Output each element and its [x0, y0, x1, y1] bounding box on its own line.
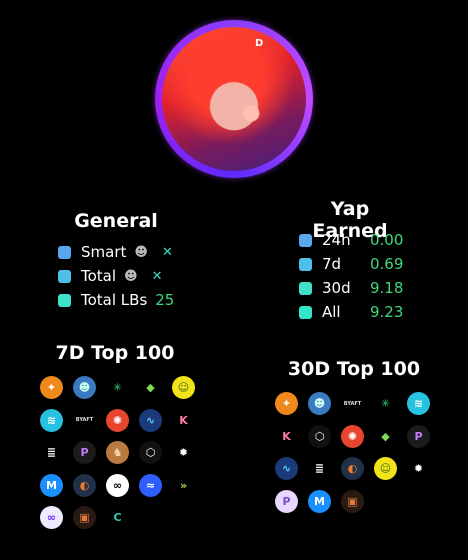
purple-link-icon[interactable]: ∞: [40, 506, 63, 529]
yap-row: 24h 0.00: [299, 231, 403, 249]
legend-square-icon: [299, 305, 312, 319]
general-row-label: Total: [81, 267, 117, 285]
general-row-label: Total LBs: [81, 291, 148, 309]
p-purple-icon[interactable]: P: [73, 441, 96, 464]
yap-row-value: 9.23: [370, 303, 404, 321]
blue-wave-icon[interactable]: ≈: [139, 473, 162, 497]
wave-icon[interactable]: ≋: [40, 408, 63, 432]
blue-swoosh-icon[interactable]: ∿: [139, 408, 162, 432]
red-blob-icon[interactable]: ✺: [106, 408, 129, 432]
x-logo-icon[interactable]: ✕: [152, 269, 163, 284]
hex-icon[interactable]: ⬡: [139, 441, 162, 464]
avatar-deco-mark: D: [255, 38, 264, 49]
byaft-icon[interactable]: BYAFT: [341, 392, 364, 415]
legend-square-icon: [299, 281, 312, 295]
general-row: Smart ☻ ✕: [58, 243, 173, 261]
monkey-icon[interactable]: ♞: [106, 441, 129, 464]
x-logo-icon[interactable]: ✕: [162, 245, 173, 260]
c-icon[interactable]: C: [106, 506, 129, 529]
user-badge-icon: ☻: [124, 268, 138, 284]
pepe-icon[interactable]: ☺: [172, 376, 195, 399]
orange-square-icon[interactable]: ▣: [73, 506, 96, 529]
blue-m-icon[interactable]: M: [40, 473, 63, 497]
legend-square-icon: [58, 293, 71, 307]
green-diamond-icon[interactable]: ◆: [139, 376, 162, 399]
pepe-icon[interactable]: ☺: [374, 457, 397, 480]
k-icon[interactable]: K: [172, 408, 195, 432]
yap-row-label: 24h: [322, 231, 351, 249]
gold-feather-icon[interactable]: ✦: [275, 392, 298, 415]
yap-row: 30d 9.18: [299, 279, 403, 297]
burst-icon[interactable]: ✹: [172, 441, 195, 464]
yap-row-label: 7d: [322, 255, 342, 273]
yap-row: 7d 0.69: [299, 255, 403, 273]
general-title: General: [74, 210, 158, 232]
yap-row-value: 9.18: [370, 279, 404, 297]
green-asterisk-icon[interactable]: ✳: [374, 392, 397, 415]
general-row: Total ☻ ✕: [58, 267, 163, 285]
red-blob-icon[interactable]: ✺: [341, 424, 364, 448]
orange-circle-icon[interactable]: ◐: [341, 457, 364, 480]
yap-row-value: 0.69: [370, 255, 404, 273]
orange-circle-icon[interactable]: ◐: [73, 473, 96, 497]
yap-row-label: All: [322, 303, 341, 321]
top30-title: 30D Top 100: [287, 358, 421, 380]
gold-feather-icon[interactable]: ✦: [40, 376, 63, 399]
zigzag-icon[interactable]: ≣: [40, 441, 63, 464]
link-icon[interactable]: ∞: [106, 473, 129, 497]
burst-icon[interactable]: ✹: [407, 457, 430, 480]
hex-icon[interactable]: ⬡: [308, 424, 331, 448]
p-purple-icon[interactable]: P: [407, 424, 430, 448]
yap-row-value: 0.00: [370, 231, 404, 249]
chevron-icon[interactable]: »: [172, 473, 195, 497]
green-asterisk-icon[interactable]: ✳: [106, 376, 129, 399]
orange-square-icon[interactable]: ▣: [341, 489, 364, 513]
wave-icon[interactable]: ≋: [407, 392, 430, 415]
blue-swoosh-icon[interactable]: ∿: [275, 457, 298, 480]
sloth-icon[interactable]: ☻: [73, 376, 96, 399]
byaft-icon[interactable]: BYAFT: [73, 408, 96, 432]
top7-title: 7D Top 100: [55, 342, 175, 364]
k-icon[interactable]: K: [275, 424, 298, 448]
sloth-icon[interactable]: ☻: [308, 392, 331, 415]
zigzag-icon[interactable]: ≣: [308, 457, 331, 480]
legend-square-icon: [58, 245, 71, 259]
general-row: Total LBs 25: [58, 291, 174, 309]
general-row-label: Smart: [81, 243, 127, 261]
yap-row-label: 30d: [322, 279, 351, 297]
green-diamond-icon[interactable]: ◆: [374, 424, 397, 448]
legend-square-icon: [299, 233, 312, 247]
blue-m-icon[interactable]: M: [308, 489, 331, 513]
legend-square-icon: [299, 257, 312, 271]
yap-row: All 9.23: [299, 303, 403, 321]
user-badge-icon: ☻: [134, 244, 148, 260]
profile-avatar: D: [155, 20, 313, 178]
legend-square-icon: [58, 269, 71, 283]
general-row-value: 25: [155, 291, 175, 309]
lavender-p-icon[interactable]: P: [275, 489, 298, 513]
avatar-image: [162, 27, 306, 171]
